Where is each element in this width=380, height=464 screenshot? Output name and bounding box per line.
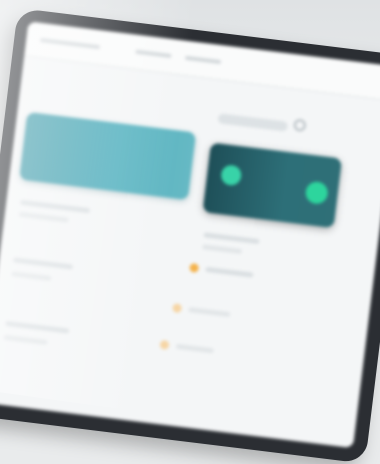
dot-icon bbox=[172, 303, 183, 314]
status-dot-icon bbox=[304, 180, 329, 206]
status-dot-icon bbox=[220, 164, 243, 187]
nav-item-placeholder[interactable] bbox=[184, 55, 222, 65]
list-item bbox=[188, 307, 231, 318]
list-item bbox=[3, 334, 48, 346]
app-screen bbox=[0, 21, 380, 449]
nav-item-placeholder[interactable] bbox=[135, 49, 172, 59]
list-item bbox=[20, 199, 91, 214]
search-input[interactable] bbox=[217, 113, 289, 132]
list-item bbox=[12, 257, 74, 270]
dot-icon bbox=[189, 262, 200, 273]
search-icon[interactable] bbox=[293, 118, 307, 132]
list-item bbox=[203, 232, 260, 245]
primary-card[interactable] bbox=[19, 111, 197, 201]
list-item bbox=[18, 211, 69, 223]
list-item bbox=[205, 266, 254, 278]
tablet-device bbox=[0, 8, 380, 464]
list-item bbox=[11, 271, 52, 282]
list-item bbox=[175, 343, 214, 354]
header-title-placeholder bbox=[40, 37, 101, 50]
dot-icon bbox=[159, 339, 170, 350]
list-item bbox=[201, 244, 243, 255]
list-item bbox=[5, 320, 70, 334]
secondary-card[interactable] bbox=[202, 142, 343, 229]
